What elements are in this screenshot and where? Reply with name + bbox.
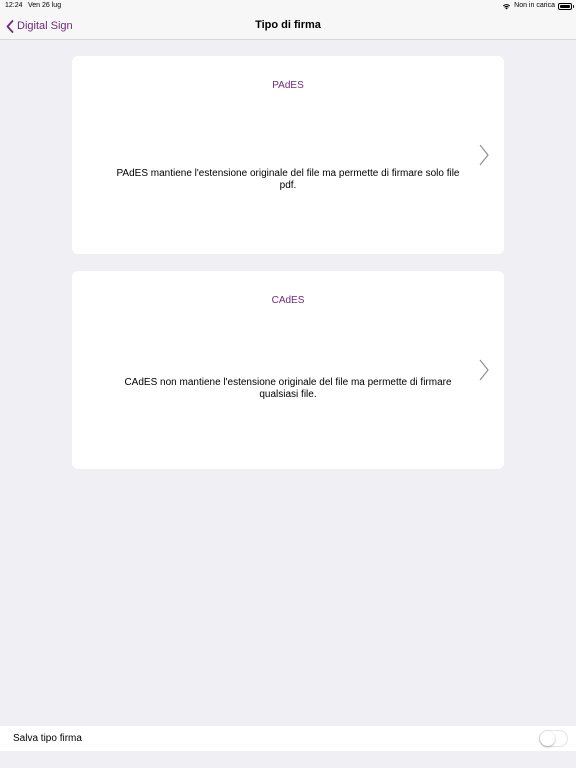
toggle-knob [540,731,555,746]
charging-status: Non in carica [514,2,555,9]
option-title: PAdES [272,80,304,91]
option-title: CAdES [271,295,305,306]
battery-icon [558,2,574,10]
page-title: Tipo di firma [255,19,321,31]
option-description: CAdES non mantiene l'estensione original… [124,377,452,400]
back-button-label: Digital Sign [17,20,73,32]
chevron-left-icon [6,19,14,33]
status-bar: 12:24 Ven 26 lug Non in carica [0,0,576,12]
chevron-right-icon [479,359,489,381]
option-card-pades[interactable]: PAdES PAdES mantiene l'estensione origin… [72,56,504,254]
option-description: PAdES mantiene l'estensione originale de… [116,168,460,191]
status-right: Non in carica [502,0,574,12]
save-signature-type-toggle[interactable] [539,730,568,747]
option-card-cades[interactable]: CAdES CAdES non mantiene l'estensione or… [72,271,504,469]
save-signature-type-row: Salva tipo firma [0,726,576,751]
chevron-right-icon [479,144,489,166]
save-signature-type-label: Salva tipo firma [13,733,82,744]
status-time: 12:24 [5,2,23,9]
navigation-bar: Digital Sign Tipo di firma [0,12,576,40]
back-button[interactable]: Digital Sign [6,18,73,34]
status-date: Ven 26 lug [28,2,62,9]
wifi-icon [503,3,511,9]
